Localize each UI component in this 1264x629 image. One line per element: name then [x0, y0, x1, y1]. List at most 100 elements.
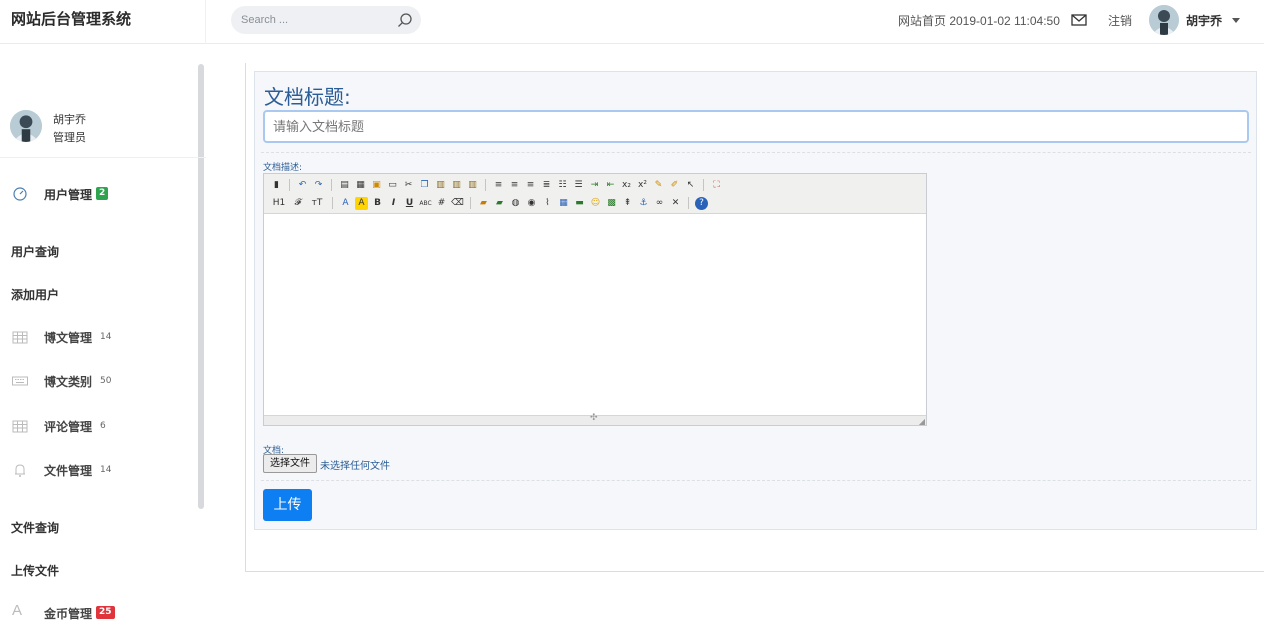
- avatar: [10, 110, 42, 142]
- editor-statusbar: ✣ ◢: [264, 413, 926, 426]
- paste-word-icon[interactable]: ▥: [466, 179, 479, 192]
- paste-icon[interactable]: ▥: [434, 179, 447, 192]
- subscript-icon[interactable]: x₂: [620, 179, 633, 192]
- item-count: 14: [100, 465, 112, 475]
- font-family-dropdown[interactable]: 𝓕: [291, 197, 305, 210]
- search-box[interactable]: [231, 6, 421, 34]
- editor-content-area[interactable]: [264, 215, 926, 415]
- italic-icon[interactable]: I: [387, 197, 400, 210]
- search-input[interactable]: [241, 10, 391, 30]
- line-height-icon[interactable]: #: [435, 197, 448, 210]
- mail-icon[interactable]: [1071, 13, 1087, 27]
- align-right-icon[interactable]: ≡: [524, 179, 537, 192]
- sidebar-item-user-management[interactable]: 用户管理 2: [0, 182, 196, 206]
- code-icon[interactable]: ▭: [386, 179, 399, 192]
- link-icon[interactable]: ∞: [653, 197, 666, 210]
- print-icon[interactable]: ▦: [354, 179, 367, 192]
- person-icon: [1149, 5, 1179, 35]
- table-icon[interactable]: ▦: [557, 197, 570, 210]
- unordered-list-icon[interactable]: ☰: [572, 179, 585, 192]
- rich-text-editor[interactable]: ▮ ↶ ↷ ▤ ▦ ▣ ▭ ✂ ❐ ▥ ▥ ▥ ≡ ≡ ≡ ≣ ☷ ☰ ⇥ ⇤ …: [263, 173, 927, 426]
- preview-icon[interactable]: ▤: [338, 179, 351, 192]
- highlight-color-icon[interactable]: A: [355, 196, 368, 210]
- corner-resize-icon[interactable]: ◢: [919, 417, 925, 426]
- doc-title-input[interactable]: [263, 110, 1249, 143]
- page-break-icon[interactable]: ⇞: [621, 197, 634, 210]
- sidebar-item-comment-management[interactable]: 评论管理 6: [0, 414, 196, 438]
- file-status: 未选择任何文件: [320, 461, 390, 472]
- user-name[interactable]: 胡宇乔: [1186, 12, 1222, 29]
- copy-icon[interactable]: ❐: [418, 179, 431, 192]
- item-count: 14: [100, 332, 112, 342]
- upload-form-panel: 文档标题: 文档描述: ▮ ↶ ↷ ▤ ▦ ▣ ▭ ✂ ❐ ▥ ▥ ▥ ≡: [254, 71, 1257, 530]
- underline-icon[interactable]: U: [403, 197, 416, 210]
- top-bar: 网站后台管理系统 网站首页 2019-01-02 11:04:50 注销 胡宇乔: [0, 0, 1264, 44]
- fullscreen-icon[interactable]: ⛶: [710, 179, 723, 192]
- sidebar-profile: 胡宇乔 管理员: [0, 106, 206, 158]
- emoticon-icon[interactable]: ☺: [589, 197, 602, 210]
- resize-handle-icon[interactable]: ✣: [590, 413, 598, 423]
- logout-link[interactable]: 注销: [1108, 12, 1132, 29]
- attachment-icon[interactable]: ⌇: [541, 197, 554, 210]
- pointer-icon[interactable]: ↖: [684, 179, 697, 192]
- sidebar-item-file-management[interactable]: 文件管理 14: [0, 458, 196, 482]
- toolbar-separator: [332, 197, 333, 209]
- unlink-icon[interactable]: ✕: [669, 197, 682, 210]
- count-badge: 25: [96, 606, 115, 619]
- align-left-icon[interactable]: ≡: [492, 179, 505, 192]
- home-link[interactable]: 网站首页 2019-01-02 11:04:50: [898, 12, 1060, 29]
- font-size-dropdown[interactable]: тT: [308, 197, 326, 210]
- redo-icon[interactable]: ↷: [312, 179, 325, 192]
- search-icon[interactable]: [397, 12, 413, 28]
- toolbar-separator: [470, 197, 471, 209]
- multi-image-icon[interactable]: ▰: [493, 197, 506, 210]
- template-icon[interactable]: ▣: [370, 179, 383, 192]
- indent-icon[interactable]: ⇥: [588, 179, 601, 192]
- superscript-icon[interactable]: x²: [636, 179, 649, 192]
- map-icon[interactable]: ▩: [605, 197, 618, 210]
- undo-icon[interactable]: ↶: [296, 179, 309, 192]
- sidebar-item-add-user[interactable]: 添加用户: [11, 286, 59, 303]
- sidebar-item-upload-file[interactable]: 上传文件: [11, 562, 59, 579]
- doc-title-label: 文档标题:: [264, 85, 351, 109]
- brand-title[interactable]: 网站后台管理系统: [0, 0, 206, 44]
- horizontal-rule-icon[interactable]: ▬: [573, 197, 586, 210]
- eraser-icon[interactable]: ⌫: [451, 197, 464, 210]
- paste-text-icon[interactable]: ▥: [450, 179, 463, 192]
- profile-name: 胡宇乔: [53, 113, 86, 126]
- sidebar-item-coin-management[interactable]: A 金币管理 25: [0, 601, 196, 625]
- align-center-icon[interactable]: ≡: [508, 179, 521, 192]
- bold-icon[interactable]: B: [371, 197, 384, 210]
- source-code-icon[interactable]: ▮: [270, 179, 283, 192]
- chevron-down-icon[interactable]: [1232, 18, 1240, 23]
- sidebar-item-user-query[interactable]: 用户查询: [11, 243, 59, 260]
- sidebar-item-label: 博文管理: [44, 331, 93, 345]
- flash-icon[interactable]: ◍: [509, 197, 522, 210]
- user-avatar[interactable]: [1149, 5, 1179, 35]
- cut-icon[interactable]: ✂: [402, 179, 415, 192]
- font-icon: A: [12, 602, 23, 619]
- divider: [261, 152, 1251, 153]
- outdent-icon[interactable]: ⇤: [604, 179, 617, 192]
- person-icon: [10, 110, 42, 142]
- sidebar-item-blog-category[interactable]: 博文类别 50: [0, 369, 196, 393]
- divider: [261, 480, 1251, 481]
- editor-toolbar: ▮ ↶ ↷ ▤ ▦ ▣ ▭ ✂ ❐ ▥ ▥ ▥ ≡ ≡ ≡ ≣ ☷ ☰ ⇥ ⇤ …: [264, 174, 926, 214]
- upload-button[interactable]: 上传: [263, 489, 312, 521]
- sidebar: 胡宇乔 管理员 用户管理 2 用户查询 添加用户 博文管理 14 博文类别 50: [0, 44, 206, 629]
- text-color-icon[interactable]: A: [339, 197, 352, 210]
- sidebar-item-label: 博文类别: [44, 375, 93, 389]
- strikethrough-icon[interactable]: ABC: [419, 197, 432, 210]
- choose-file-button[interactable]: 选择文件: [263, 454, 317, 473]
- select-all-icon[interactable]: ✐: [668, 179, 681, 192]
- sidebar-item-file-query[interactable]: 文件查询: [11, 519, 59, 536]
- help-icon[interactable]: ?: [695, 196, 708, 210]
- heading-dropdown[interactable]: H1: [270, 197, 288, 210]
- sidebar-item-blog-management[interactable]: 博文管理 14: [0, 325, 196, 349]
- image-icon[interactable]: ▰: [477, 197, 490, 210]
- clear-format-icon[interactable]: ✎: [652, 179, 665, 192]
- anchor-icon[interactable]: ⚓: [637, 197, 650, 210]
- align-justify-icon[interactable]: ≣: [540, 179, 553, 192]
- media-icon[interactable]: ◉: [525, 197, 538, 210]
- ordered-list-icon[interactable]: ☷: [556, 179, 569, 192]
